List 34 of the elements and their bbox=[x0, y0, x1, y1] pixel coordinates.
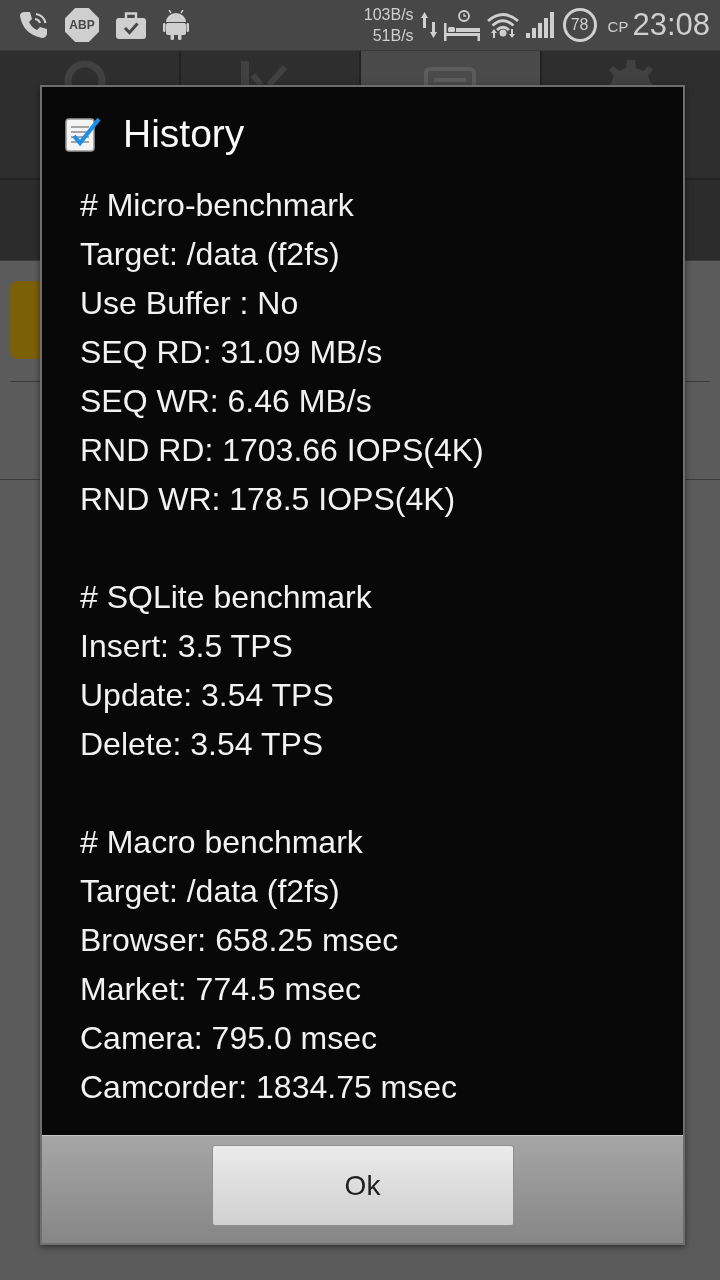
phone-icon bbox=[20, 11, 48, 39]
result-line: Browser: 658.25 msec bbox=[80, 921, 399, 960]
result-line: Use Buffer : No bbox=[80, 284, 299, 323]
adblock-badge: ABP bbox=[65, 8, 99, 42]
briefcase-icon bbox=[116, 11, 146, 39]
section-heading: # Micro-benchmark bbox=[80, 186, 354, 225]
result-line: Market: 774.5 msec bbox=[80, 970, 361, 1009]
signal-icon bbox=[525, 12, 556, 38]
dialog-title: History bbox=[123, 111, 245, 157]
result-line: Target: /data (f2fs) bbox=[80, 872, 340, 911]
result-line: Target: /data (f2fs) bbox=[80, 235, 340, 274]
clock-time: 23:08 bbox=[632, 7, 710, 43]
day-label: СР bbox=[607, 18, 629, 35]
section-heading: # SQLite benchmark bbox=[80, 578, 372, 617]
result-line: Update: 3.54 TPS bbox=[80, 676, 334, 715]
result-line: Delete: 3.54 TPS bbox=[80, 725, 324, 764]
battery-indicator: 78 bbox=[562, 8, 597, 42]
upload-speed: 103B/s bbox=[363, 5, 414, 25]
robot-icon bbox=[163, 10, 189, 40]
alarm-bed-icon bbox=[443, 9, 480, 41]
result-line: Camcorder: 1834.75 msec bbox=[80, 1068, 458, 1107]
result-line: SEQ WR: 6.46 MB/s bbox=[80, 382, 372, 421]
document-icon bbox=[424, 67, 477, 85]
result-line: RND WR: 178.5 IOPS(4K) bbox=[80, 480, 456, 519]
result-line: Camera: 795.0 msec bbox=[80, 1019, 377, 1058]
transfer-arrows-icon bbox=[420, 12, 437, 38]
wifi-icon bbox=[486, 12, 519, 38]
section-heading: # Macro benchmark bbox=[80, 823, 363, 862]
checklist-icon bbox=[65, 116, 101, 152]
download-speed: 51B/s bbox=[372, 26, 414, 46]
result-line: Insert: 3.5 TPS bbox=[80, 627, 293, 666]
result-line: SEQ RD: 31.09 MB/s bbox=[80, 333, 383, 372]
ok-button[interactable]: Ok bbox=[211, 1145, 514, 1226]
result-line: RND RD: 1703.66 IOPS(4K) bbox=[80, 431, 484, 470]
